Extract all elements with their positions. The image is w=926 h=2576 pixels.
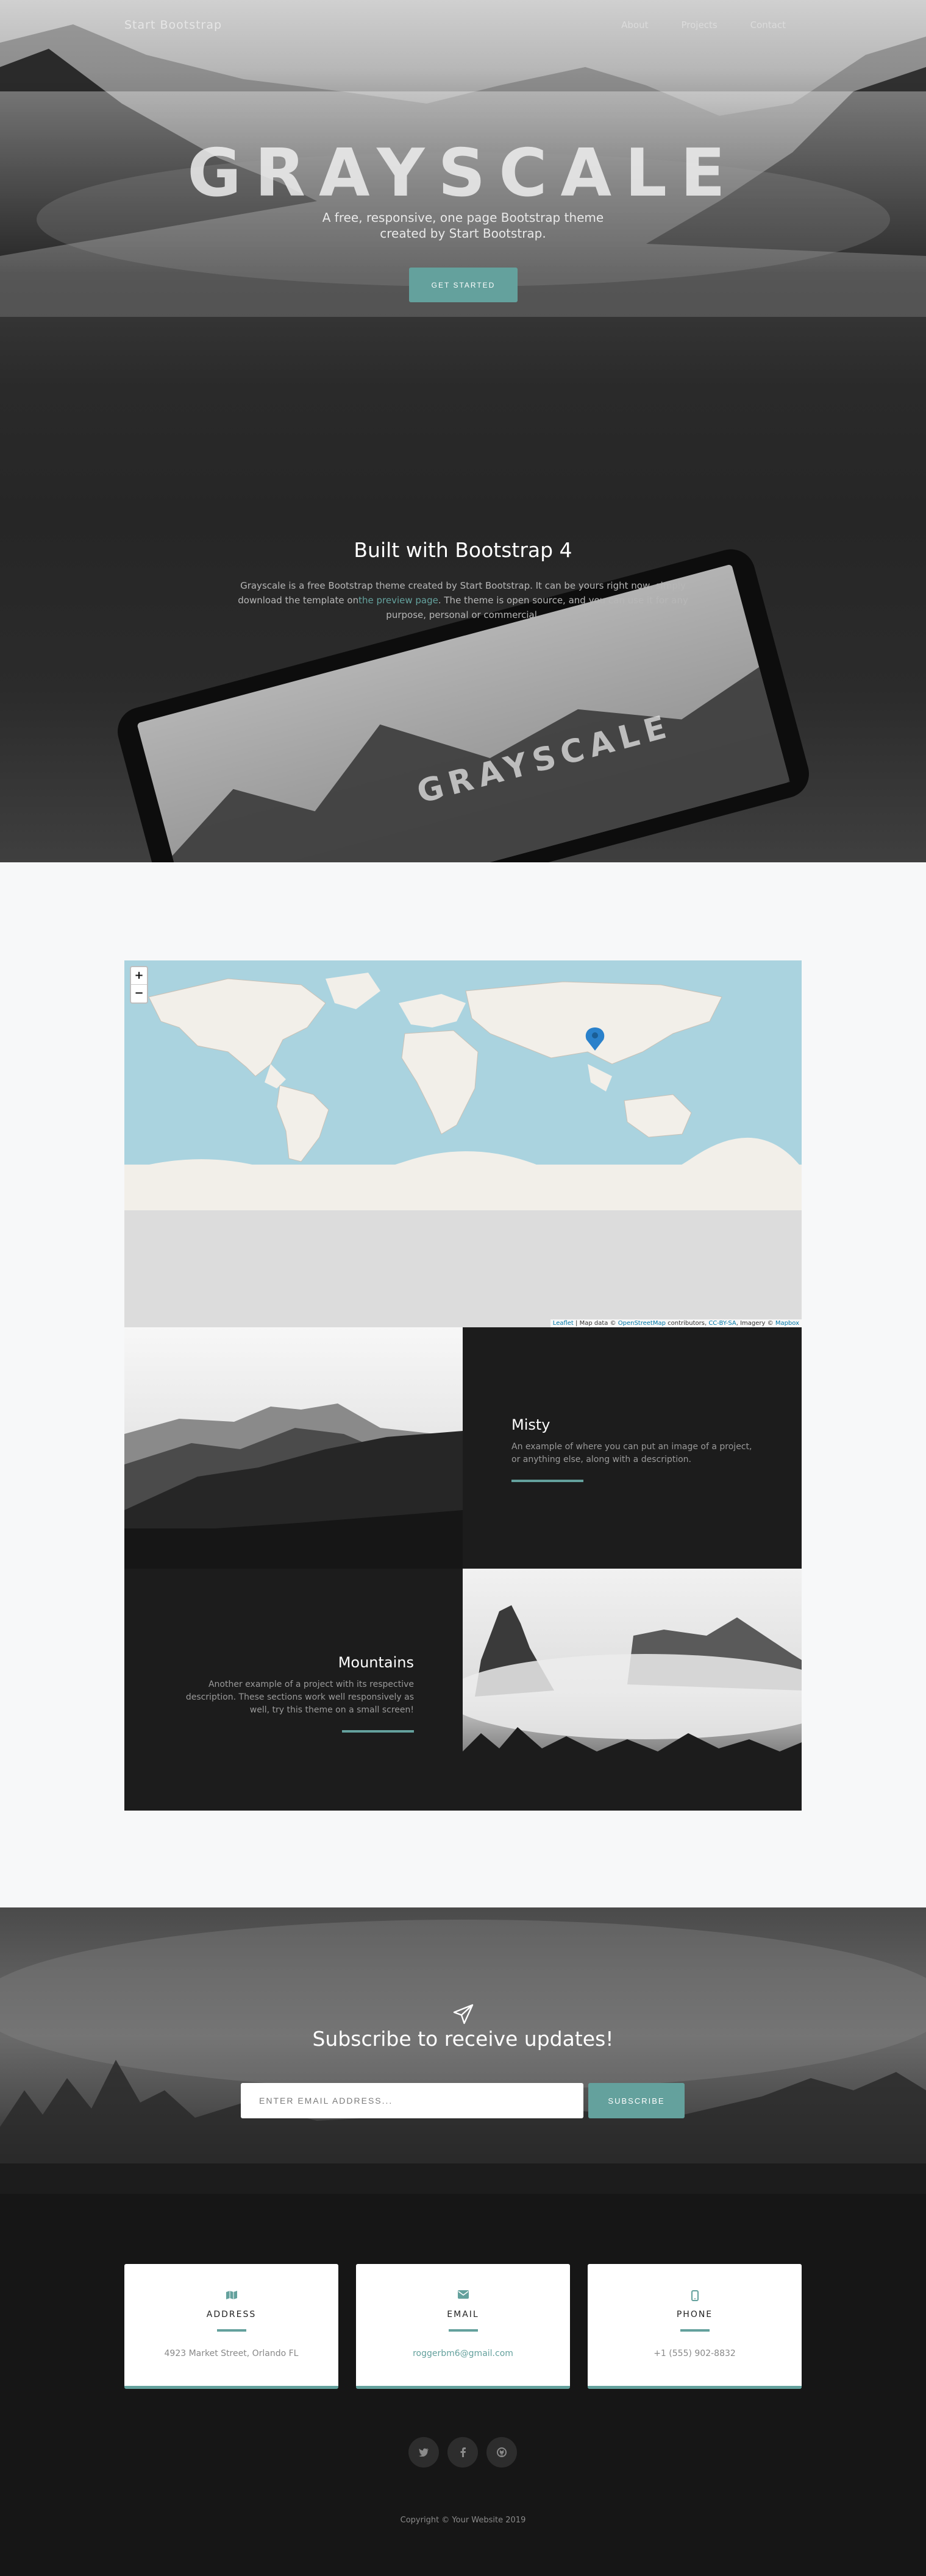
- mountain-background: GRAYSCALE: [0, 24, 926, 862]
- contact-divider: [448, 2329, 478, 2332]
- project-card-misty: Misty An example of where you can put an…: [463, 1327, 802, 1569]
- copyright-text: Copyright © Your Website 2019: [400, 2516, 526, 2525]
- contact-label-phone: PHONE: [676, 2310, 713, 2319]
- contact-card-email: EMAIL roggerbm6@gmail.com: [356, 2264, 570, 2389]
- subscribe-button[interactable]: SUBSCRIBE: [588, 2083, 685, 2118]
- hero-subtitle-line1: A free, responsive, one page Bootstrap t…: [322, 210, 604, 225]
- signup-section: [0, 1907, 926, 2194]
- nav-link-projects[interactable]: Projects: [682, 20, 718, 30]
- twitter-icon[interactable]: [408, 2437, 439, 2468]
- map-icon: [124, 2290, 338, 2301]
- contact-value-email[interactable]: roggerbm6@gmail.com: [356, 2349, 570, 2358]
- project-divider: [342, 1730, 414, 1733]
- facebook-icon[interactable]: [447, 2437, 478, 2468]
- get-started-button[interactable]: GET STARTED: [409, 268, 518, 302]
- contact-value-phone: +1 (555) 902-8832: [654, 2349, 736, 2358]
- attribution-text-2: contributors,: [665, 1320, 709, 1327]
- project-image-misty: [124, 1327, 463, 1569]
- contact-value-address: 4923 Market Street, Orlando FL: [164, 2349, 299, 2358]
- project-card-mountains: Mountains Another example of a project w…: [124, 1569, 463, 1811]
- nav-link-contact[interactable]: Contact: [750, 20, 786, 30]
- contact-label-email: EMAIL: [447, 2310, 479, 2319]
- brand-link[interactable]: Start Bootstrap: [124, 18, 222, 32]
- osm-link[interactable]: OpenStreetMap: [618, 1320, 666, 1327]
- map-zoom-control: + −: [130, 966, 148, 1004]
- project-title-mountains: Mountains: [338, 1654, 414, 1671]
- contact-divider: [680, 2329, 710, 2332]
- project-divider: [511, 1480, 583, 1482]
- nav-link-about[interactable]: About: [621, 20, 648, 30]
- attribution-text: | Map data ©: [573, 1320, 618, 1327]
- project-desc-misty: An example of where you can put an image…: [511, 1442, 752, 1464]
- mapbox-link[interactable]: Mapbox: [775, 1320, 799, 1327]
- hero-title: GRAYSCALE: [187, 135, 739, 211]
- cc-link[interactable]: CC-BY-SA: [708, 1320, 736, 1327]
- zoom-out-button[interactable]: −: [131, 985, 147, 1002]
- nav-links: About Projects Contact: [621, 20, 786, 30]
- misty-image: [124, 1327, 463, 1569]
- world-map[interactable]: + − Leaflet | Map data © OpenStreetMap c…: [124, 960, 802, 1327]
- project-image-mountains: [463, 1569, 802, 1811]
- mobile-icon: [588, 2290, 802, 2301]
- about-title: Built with Bootstrap 4: [354, 538, 572, 562]
- zoom-in-button[interactable]: +: [131, 967, 147, 985]
- project-title-misty: Misty: [511, 1416, 550, 1433]
- email-input[interactable]: [241, 2083, 583, 2118]
- github-icon[interactable]: [486, 2437, 517, 2468]
- envelope-icon: [356, 2290, 570, 2301]
- preview-page-link[interactable]: the preview page: [358, 595, 438, 606]
- attribution-text-3: , Imagery ©: [736, 1320, 775, 1327]
- contact-card-address: ADDRESS 4923 Market Street, Orlando FL: [124, 2264, 338, 2389]
- map-tiles: [124, 960, 802, 1210]
- contact-card-phone: PHONE +1 (555) 902-8832: [588, 2264, 802, 2389]
- map-attribution: Leaflet | Map data © OpenStreetMap contr…: [550, 1319, 802, 1327]
- forest-background: [0, 1920, 926, 2194]
- mountains-image: [463, 1569, 802, 1811]
- hero-section: GRAYSCALE: [0, 0, 926, 862]
- contact-label-address: ADDRESS: [206, 2310, 257, 2319]
- hero-subtitle-line2: created by Start Bootstrap.: [380, 226, 546, 241]
- paper-plane-icon: [452, 2003, 474, 2028]
- hero-subtitle: A free, responsive, one page Bootstrap t…: [0, 210, 926, 241]
- top-navbar: Start Bootstrap About Projects Contact: [0, 0, 926, 54]
- leaflet-link[interactable]: Leaflet: [553, 1320, 574, 1327]
- project-desc-mountains: Another example of a project with its re…: [185, 1680, 414, 1715]
- contact-divider: [216, 2329, 246, 2332]
- about-text: Grayscale is a free Bootstrap theme crea…: [232, 578, 694, 622]
- signup-title: Subscribe to receive updates!: [312, 2027, 614, 2051]
